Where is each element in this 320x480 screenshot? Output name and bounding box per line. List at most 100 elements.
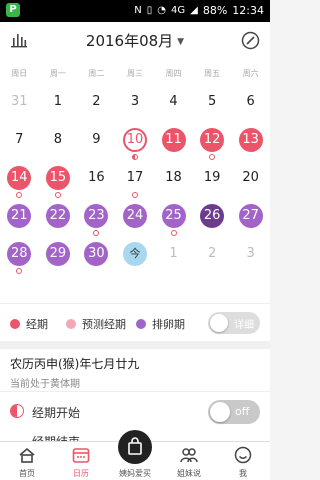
day-cell[interactable]: 1 (39, 86, 78, 124)
period-dot (10, 319, 20, 329)
day-number: 9 (92, 132, 101, 147)
day-number: 1 (53, 94, 62, 109)
day-cell[interactable]: 5 (193, 86, 232, 124)
day-cell[interactable]: 1 (154, 238, 193, 276)
day-cell[interactable]: 9 (77, 124, 116, 162)
record-ring-icon (16, 268, 23, 274)
nav-label: 姐妹说 (177, 469, 201, 478)
nav-item[interactable]: 姨妈爱买 (108, 430, 162, 480)
toggle-knob (210, 402, 230, 422)
profile-icon (234, 446, 252, 464)
day-cell[interactable]: 30 (77, 238, 116, 276)
day-info: 农历丙申(猴)年七月廿九 当前处于黄体期 (0, 341, 270, 391)
day-number: 22 (45, 204, 70, 228)
day-number: 16 (88, 170, 105, 185)
calendar-icon (72, 446, 90, 464)
day-cell[interactable]: 13 (231, 124, 270, 162)
predicted-dot (66, 319, 76, 329)
nav-item[interactable]: 日历 (54, 442, 108, 480)
day-number: 10 (122, 128, 147, 152)
status-bar: P N ▯ ◔ 4G ◢ 88% 12:34 (0, 0, 270, 22)
legend-bar: 经期 预测经期 排卵期 详细 (0, 303, 270, 341)
half-circle-icon (10, 404, 24, 418)
weekday-header: 周日 周一 周二 周三 周四 周五 周六 (0, 68, 270, 79)
day-number: 27 (238, 204, 263, 228)
day-number: 7 (15, 132, 24, 147)
app-notification-icon: P (6, 3, 20, 17)
detail-toggle-label: 详细 (234, 320, 254, 331)
day-number: 23 (84, 204, 109, 228)
day-number: 12 (200, 128, 225, 152)
month-selector[interactable]: 2016年08月 ▼ (0, 30, 270, 51)
day-number: 15 (45, 166, 70, 190)
half-circle-icon (131, 154, 138, 160)
day-cell[interactable]: 21 (0, 200, 39, 238)
day-cell[interactable]: 18 (154, 162, 193, 200)
day-cell[interactable]: 6 (231, 86, 270, 124)
nav-item[interactable]: 首页 (0, 442, 54, 480)
day-cell[interactable]: 27 (231, 200, 270, 238)
day-number: 11 (161, 128, 186, 152)
weekday-label: 周三 (126, 69, 143, 78)
day-cell[interactable]: 31 (0, 86, 39, 124)
day-cell[interactable]: 28 (0, 238, 39, 276)
legend-ovulation: 排卵期 (136, 316, 185, 332)
day-cell[interactable]: 8 (39, 124, 78, 162)
day-cell[interactable]: 15 (39, 162, 78, 200)
record-ring-icon (93, 230, 100, 236)
day-number: 19 (203, 170, 221, 185)
day-cell[interactable]: 7 (0, 124, 39, 162)
week-row: 31 1 2 3 4 5 6 (0, 86, 270, 124)
day-cell[interactable]: 20 (231, 162, 270, 200)
weekday-label: 周六 (242, 69, 259, 78)
day-number: 18 (165, 170, 182, 185)
day-number: 5 (207, 94, 217, 109)
day-cell[interactable]: 3 (116, 86, 155, 124)
nav-label: 我 (239, 469, 247, 478)
day-number: 14 (7, 166, 32, 190)
day-number: 3 (246, 246, 255, 261)
today-marker: 今 (122, 242, 147, 266)
day-cell[interactable]: 10 (116, 124, 155, 162)
cycle-phase: 当前处于黄体期 (10, 379, 80, 390)
day-cell[interactable]: 17 (116, 162, 155, 200)
period-end-label: 经期结束 (32, 433, 80, 441)
day-cell[interactable]: 23 (77, 200, 116, 238)
day-cell[interactable]: 4 (154, 86, 193, 124)
day-cell[interactable]: 11 (154, 124, 193, 162)
day-cell[interactable]: 2 (77, 86, 116, 124)
legend-predicted: 预测经期 (66, 316, 126, 332)
battery-level: 88% (202, 4, 228, 17)
shopping-bag-icon (118, 430, 152, 464)
day-cell[interactable]: 22 (39, 200, 78, 238)
day-cell[interactable]: 3 (231, 238, 270, 276)
nav-label: 日历 (73, 469, 89, 478)
detail-toggle[interactable]: 详细 (208, 312, 260, 334)
day-cell[interactable]: 19 (193, 162, 232, 200)
lunar-date: 农历丙申(猴)年七月廿九 (10, 357, 140, 371)
day-cell[interactable]: 16 (77, 162, 116, 200)
edit-pencil-icon[interactable] (241, 31, 260, 54)
day-cell[interactable]: 今 (116, 238, 155, 276)
day-cell[interactable]: 14 (0, 162, 39, 200)
day-cell[interactable]: 2 (193, 238, 232, 276)
calendar-header: 2016年08月 ▼ (0, 22, 270, 60)
day-cell[interactable]: 12 (193, 124, 232, 162)
ovulation-dot (136, 319, 146, 329)
day-number: 17 (126, 170, 144, 185)
week-row: 7 8 9 10 11 12 13 (0, 124, 270, 162)
nav-item[interactable]: 我 (216, 442, 270, 480)
day-number: 3 (130, 94, 140, 109)
day-cell[interactable]: 25 (154, 200, 193, 238)
week-row: 28 29 30 今 1 2 3 (0, 238, 270, 276)
signal-icon: ◢ (190, 5, 198, 16)
wifi-icon: ◔ (157, 5, 167, 16)
period-start-toggle[interactable]: off (208, 400, 260, 424)
month-title: 2016年08月 (85, 32, 174, 50)
day-cell[interactable]: 26 (193, 200, 232, 238)
day-cell[interactable]: 24 (116, 200, 155, 238)
record-ring-icon (170, 230, 177, 236)
day-cell[interactable]: 29 (39, 238, 78, 276)
week-row: 14 15 16 17 18 19 20 (0, 162, 270, 200)
nav-item[interactable]: 姐妹说 (162, 442, 216, 480)
